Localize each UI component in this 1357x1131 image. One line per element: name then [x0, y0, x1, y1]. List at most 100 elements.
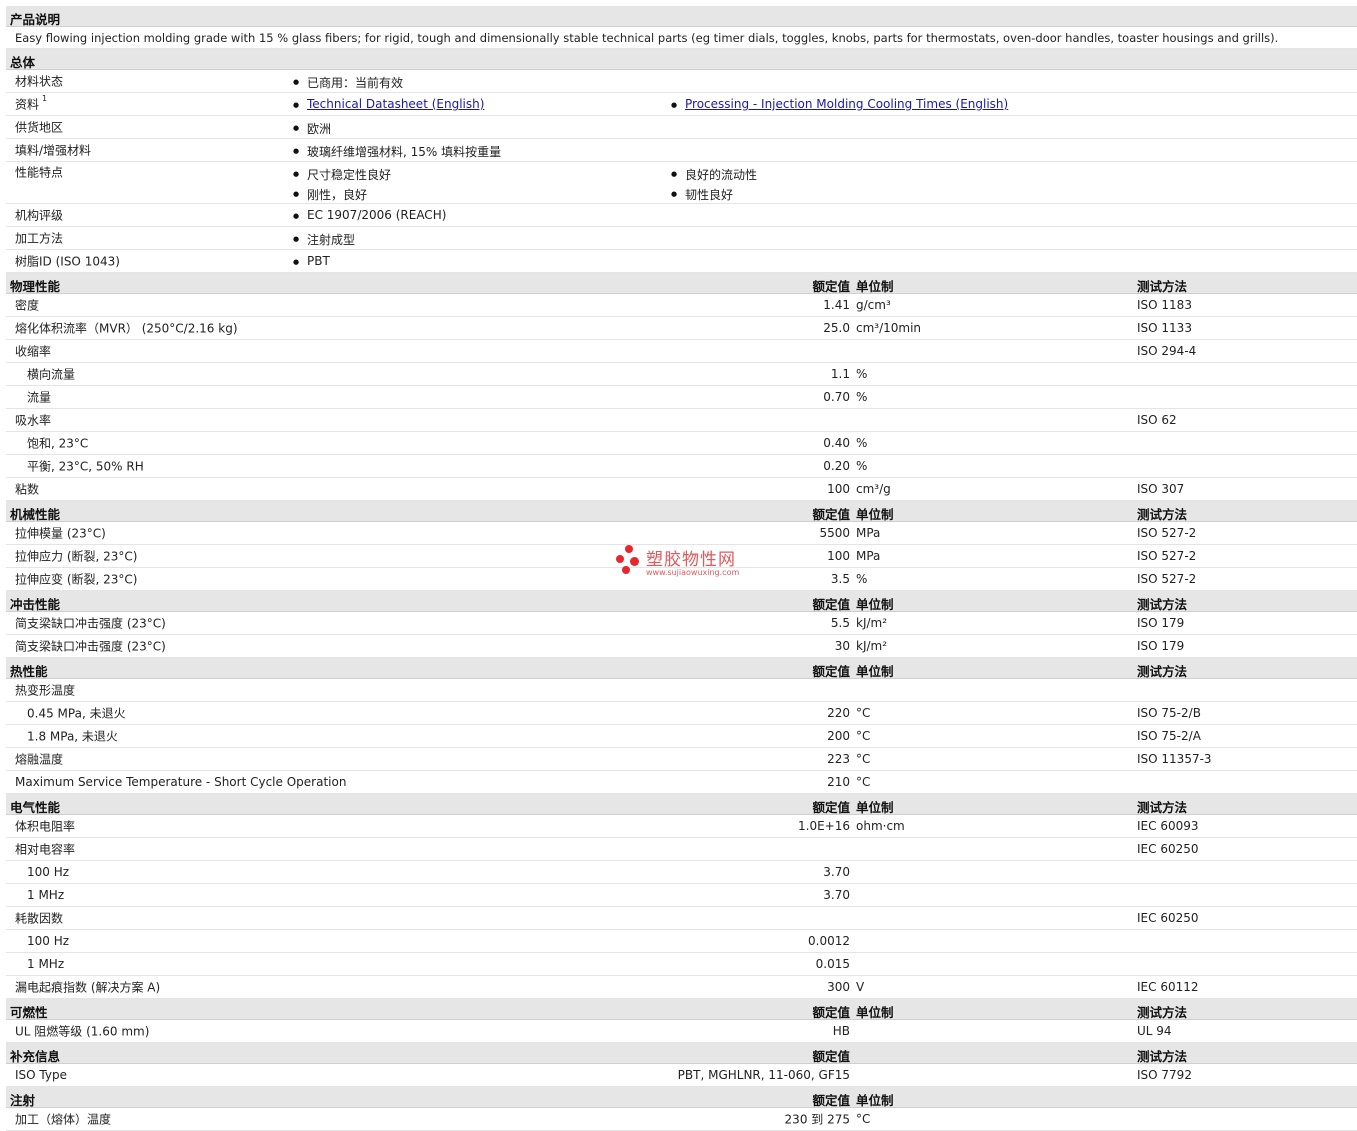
column-header-unit: 单位制 — [856, 664, 894, 679]
property-row: 简支梁缺口冲击强度 (23°C) 30 kJ/m² ISO 179 — [6, 635, 1357, 658]
description-row: Easy flowing injection molding grade wit… — [6, 27, 1357, 49]
property-row: 1 MHz 3.70 — [6, 884, 1357, 907]
property-value: 3.5 — [830, 572, 850, 586]
test-method: ISO 7792 — [1137, 1068, 1192, 1082]
bullet-value: 韧性良好 — [671, 186, 733, 203]
property-value: 230 到 275 — [784, 1112, 850, 1127]
property-row: 加工（熔体）温度 230 到 275 °C — [6, 1108, 1357, 1131]
column-header-unit: 单位制 — [856, 1005, 894, 1020]
bullet-value: 注射成型 — [293, 231, 355, 248]
column-header-value: 额定值 — [812, 664, 850, 679]
general-properties: 材料状态 已商用：当前有效资料1 Technical Datasheet (Engl… — [6, 70, 1357, 273]
property-value: 3.70 — [823, 888, 850, 902]
bullet-value: 欧洲 — [293, 120, 331, 137]
property-row: 收缩率 ISO 294-4 — [6, 340, 1357, 363]
property-value: 0.70 — [823, 390, 850, 404]
test-method: ISO 307 — [1137, 482, 1185, 496]
bullet-value: 玻璃纤维增强材料, 15% 填料按重量 — [293, 143, 501, 160]
section-header-general: 总体 — [6, 49, 1357, 70]
section-header: 物理性能 额定值 单位制 测试方法 — [6, 273, 1357, 294]
property-label: 密度 — [15, 298, 40, 313]
column-header-unit: 单位制 — [856, 597, 894, 612]
property-unit: cm³/g — [856, 482, 891, 496]
column-header-method: 测试方法 — [1137, 800, 1188, 815]
property-label: 拉伸应变 (断裂, 23°C) — [15, 572, 138, 587]
property-label: 饱和, 23°C — [27, 436, 89, 451]
general-row: 机构评级 EC 1907/2006 (REACH) — [6, 204, 1357, 227]
property-unit: °C — [856, 752, 871, 766]
bullet-value: 刚性，良好 — [293, 186, 367, 203]
product-description-text: Easy flowing injection molding grade wit… — [15, 30, 1279, 45]
property-value: 223 — [827, 752, 850, 766]
section-header: 注射 额定值 单位制 — [6, 1087, 1357, 1108]
property-sections: 物理性能 额定值 单位制 测试方法 密度 1.41 g/cm³ ISO 1183 熔化体积流率（… — [6, 273, 1357, 1131]
property-row: ISO Type PBT, MGHLNR, 11-060, GF15 ISO 779… — [6, 1064, 1357, 1087]
datasheet-link[interactable]: Processing - Injection Molding Cooling T… — [685, 97, 1008, 111]
column-header-unit: 单位制 — [856, 279, 894, 294]
property-value: PBT, MGHLNR, 11-060, GF15 — [677, 1068, 850, 1082]
property-label: 1 MHz — [27, 888, 65, 902]
test-method: ISO 11357-3 — [1137, 752, 1212, 766]
property-row: 流量 0.70% — [6, 386, 1357, 409]
datasheet-link[interactable]: Technical Datasheet (English) — [307, 97, 484, 111]
property-row: 100 Hz 3.70 — [6, 861, 1357, 884]
property-value: 220 — [827, 706, 850, 720]
section-title: 机械性能 — [10, 507, 61, 522]
general-row: 填料/增强材料 玻璃纤维增强材料, 15% 填料按重量 — [6, 139, 1357, 162]
section-header: 可燃性 额定值 单位制 测试方法 — [6, 999, 1357, 1020]
link-bullet: Technical Datasheet (English) — [293, 97, 484, 111]
column-header-value: 额定值 — [812, 1093, 850, 1108]
property-row: 密度 1.41 g/cm³ ISO 1183 — [6, 294, 1357, 317]
bullet-value: PBT — [293, 254, 330, 268]
test-method: ISO 527-2 — [1137, 549, 1197, 563]
section-header-product-description: 产品说明 — [6, 6, 1357, 27]
column-header-value: 额定值 — [812, 279, 850, 294]
property-unit: % — [856, 390, 868, 404]
general-row: 供货地区 欧洲 — [6, 116, 1357, 139]
column-header-unit: 单位制 — [856, 507, 894, 522]
column-header-method: 测试方法 — [1137, 1005, 1188, 1020]
property-label: 热变形温度 — [15, 683, 76, 698]
column-header-value: 额定值 — [812, 507, 850, 522]
property-label: 收缩率 — [15, 344, 52, 359]
property-unit: MPa — [856, 549, 881, 563]
general-row: 材料状态 已商用：当前有效 — [6, 70, 1357, 93]
property-row: 平衡, 23°C, 50% RH 0.20% — [6, 455, 1357, 478]
property-unit: g/cm³ — [856, 298, 891, 312]
property-label: 100 Hz — [27, 865, 70, 879]
section-title: 总体 — [10, 55, 36, 70]
watermark-logo: 塑胶物性网 www.sujiaowuxing.com — [616, 545, 746, 581]
property-row: UL 阻燃等级 (1.60 mm) HB UL 94 — [6, 1020, 1357, 1043]
property-label: 流量 — [27, 390, 52, 405]
property-unit: % — [856, 436, 868, 450]
property-row: 熔融温度 223 °C ISO 11357-3 — [6, 748, 1357, 771]
section-title: 物理性能 — [10, 279, 61, 294]
property-unit: °C — [856, 1112, 871, 1126]
property-label: 材料状态 — [15, 74, 64, 89]
property-label: 简支梁缺口冲击强度 (23°C) — [15, 616, 166, 631]
property-label: 粘数 — [15, 482, 40, 497]
bullet-value: 尺寸稳定性良好 — [293, 166, 391, 183]
property-row: 饱和, 23°C 0.40% — [6, 432, 1357, 455]
property-label: 拉伸模量 (23°C) — [15, 526, 106, 541]
column-header-method: 测试方法 — [1137, 597, 1188, 612]
property-value: 0.015 — [815, 957, 850, 971]
property-value: 300 — [827, 980, 850, 994]
property-unit: cm³/10min — [856, 321, 922, 335]
test-method: ISO 527-2 — [1137, 526, 1197, 540]
property-label: 树脂ID (ISO 1043) — [15, 254, 120, 269]
section-title: 补充信息 — [10, 1049, 61, 1064]
property-row: 热变形温度 — [6, 679, 1357, 702]
property-value: 0.40 — [823, 436, 850, 450]
test-method: ISO 62 — [1137, 413, 1177, 427]
column-header-method: 测试方法 — [1137, 507, 1188, 522]
property-value: 0.0012 — [808, 934, 850, 948]
general-row: 树脂ID (ISO 1043) PBT — [6, 250, 1357, 273]
property-row: 粘数 100 cm³/g ISO 307 — [6, 478, 1357, 501]
test-method: ISO 179 — [1137, 616, 1185, 630]
watermark-url: www.sujiaowuxing.com — [646, 568, 740, 577]
section-title: 注射 — [10, 1093, 36, 1108]
test-method: ISO 1133 — [1137, 321, 1192, 335]
property-row: 100 Hz 0.0012 — [6, 930, 1357, 953]
footnote-marker: 1 — [42, 94, 48, 103]
